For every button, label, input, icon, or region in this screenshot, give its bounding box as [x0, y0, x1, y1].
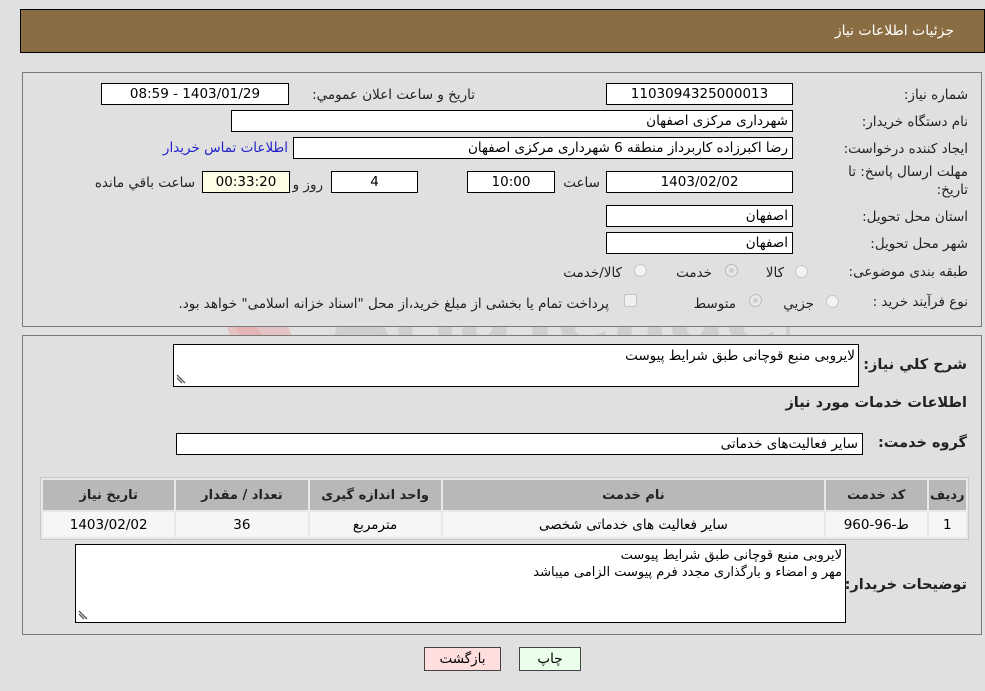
- cell-need-date: 1403/02/02: [43, 512, 175, 537]
- print-button[interactable]: چاپ: [519, 647, 581, 671]
- remaining-label: ساعت باقي مانده: [94, 175, 195, 191]
- cell-unit: مترمربع: [309, 512, 441, 537]
- need-number-field: 1103094325000013: [606, 83, 793, 105]
- creator-field: رضا اکبرزاده کاربرداز منطقه 6 شهرداری مر…: [293, 137, 793, 159]
- cell-service-code: ط-96-960: [826, 512, 927, 537]
- category-option-service: خدمت: [676, 265, 712, 281]
- col-row-number: رديف: [928, 480, 966, 510]
- category-radio-service[interactable]: [725, 264, 738, 277]
- buyer-notes-label: توضيحات خريدار:: [844, 577, 967, 593]
- service-group-field: سایر فعالیت‌های خدماتی: [176, 433, 863, 455]
- need-number-label: شماره نیاز:: [903, 87, 968, 103]
- category-radio-goods-service[interactable]: [634, 264, 647, 277]
- announce-datetime-field: 1403/01/29 - 08:59: [101, 83, 289, 105]
- cell-service-name: سایر فعالیت های خدماتی شخصی: [442, 512, 825, 537]
- table-row: 1 ط-96-960 سایر فعالیت های خدماتی شخصی م…: [43, 512, 966, 537]
- city-field: اصفهان: [606, 232, 793, 254]
- summary-text: لایروبی منبع قوچانی طبق شرایط پیوست: [625, 348, 855, 364]
- cell-row-number: 1: [928, 512, 966, 537]
- process-option-medium: متوسط: [693, 296, 736, 312]
- buyer-org-label: نام دستگاه خريدار:: [861, 114, 968, 130]
- category-radio-goods[interactable]: [795, 265, 808, 278]
- remaining-time-field: 00:33:20: [202, 171, 290, 193]
- deadline-time-label: ساعت: [563, 175, 600, 191]
- back-button[interactable]: بازگشت: [424, 647, 501, 671]
- summary-textarea[interactable]: لایروبی منبع قوچانی طبق شرایط پیوست: [173, 344, 859, 387]
- services-heading: اطلاعات خدمات مورد نياز: [785, 395, 967, 411]
- col-quantity: تعداد / مقدار: [176, 480, 308, 510]
- city-label: شهر محل تحويل:: [870, 236, 968, 252]
- col-unit: واحد اندازه گيری: [309, 480, 441, 510]
- category-option-goods-service: کالا/خدمت: [563, 265, 622, 281]
- table-header-row: رديف کد خدمت نام خدمت واحد اندازه گيری ت…: [43, 480, 966, 510]
- process-option-minor: جزيي: [783, 296, 814, 312]
- category-label: طبقه بندی موضوعی:: [848, 264, 968, 280]
- buyer-contact-link[interactable]: اطلاعات تماس خريدار: [163, 140, 288, 156]
- buyer-notes-line-1: لایروبی منبع قوچانی طبق شرایط پیوست: [620, 548, 842, 563]
- resize-grip-icon[interactable]: [176, 374, 186, 384]
- services-table: رديف کد خدمت نام خدمت واحد اندازه گيری ت…: [40, 477, 969, 540]
- col-need-date: تاريخ نياز: [43, 480, 175, 510]
- process-label: نوع فرآيند خريد :: [872, 294, 968, 310]
- deadline-label: مهلت ارسال پاسخ: تا: [848, 164, 968, 180]
- remaining-days-field: 4: [331, 171, 418, 193]
- province-label: استان محل تحويل:: [862, 209, 968, 225]
- deadline-date-field: 1403/02/02: [606, 171, 793, 193]
- summary-label: شرح کلي نياز:: [863, 357, 967, 373]
- treasury-checkbox[interactable]: [624, 294, 637, 307]
- treasury-note: پرداخت تمام يا بخشی از مبلغ خريد،از محل …: [178, 296, 609, 312]
- buyer-notes-line-2: مهر و امضاء و بارگذاری مجدد فرم پیوست ال…: [533, 565, 842, 580]
- service-group-label: گروه خدمت:: [877, 435, 967, 451]
- buyer-notes-textarea[interactable]: لایروبی منبع قوچانی طبق شرایط پیوست مهر …: [75, 544, 846, 623]
- buyer-org-field: شهرداری مرکزی اصفهان: [231, 110, 793, 132]
- process-radio-medium[interactable]: [749, 294, 762, 307]
- col-service-name: نام خدمت: [442, 480, 825, 510]
- category-option-goods: کالا: [765, 265, 784, 281]
- process-radio-minor[interactable]: [826, 295, 839, 308]
- days-label: روز و: [292, 177, 323, 193]
- province-field: اصفهان: [606, 205, 793, 227]
- deadline-time-field: 10:00: [467, 171, 555, 193]
- col-service-code: کد خدمت: [826, 480, 927, 510]
- page-title: جزئیات اطلاعات نیاز: [834, 23, 954, 39]
- page-header: جزئیات اطلاعات نیاز: [20, 9, 985, 53]
- deadline-label-date: تاريخ:: [936, 182, 968, 198]
- announce-label: تاريخ و ساعت اعلان عمومي:: [312, 87, 475, 103]
- resize-grip-icon[interactable]: [78, 610, 88, 620]
- creator-label: ايجاد کننده درخواست:: [843, 141, 968, 157]
- cell-quantity: 36: [176, 512, 308, 537]
